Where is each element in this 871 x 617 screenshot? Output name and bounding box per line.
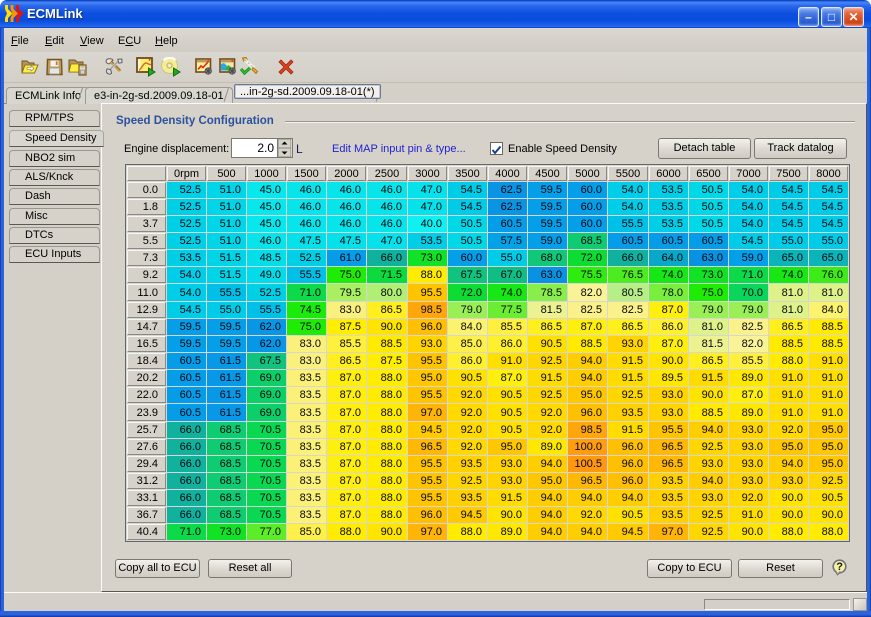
svg-text:?: ?: [836, 561, 843, 573]
